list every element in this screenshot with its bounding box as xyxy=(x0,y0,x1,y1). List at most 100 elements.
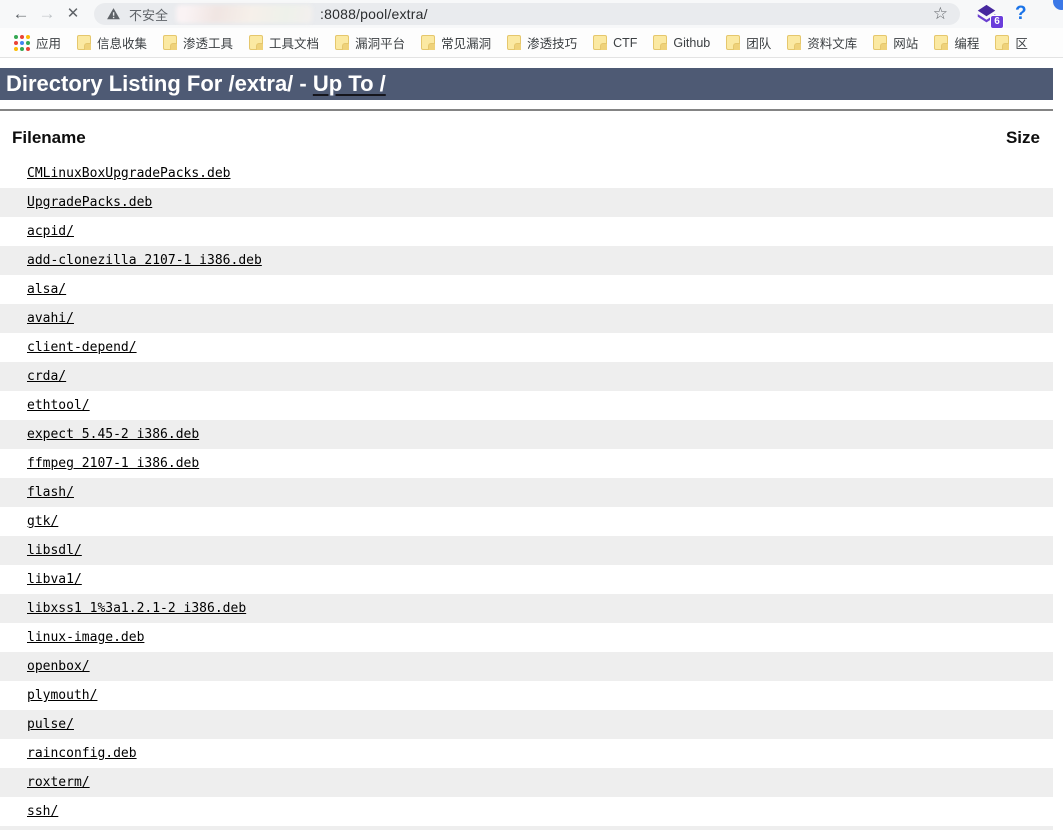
table-row-partial xyxy=(0,826,1053,830)
apps-grid-icon xyxy=(14,35,30,51)
bookmark-label: 信息收集 xyxy=(97,33,147,52)
bookmark-star-icon[interactable]: ☆ xyxy=(933,3,948,25)
file-link[interactable]: pulse/ xyxy=(27,717,74,732)
col-size: Size xyxy=(1006,128,1040,148)
file-link[interactable]: flash/ xyxy=(27,485,74,500)
file-link[interactable]: plymouth/ xyxy=(27,688,97,703)
bookmark-folder[interactable]: 区 xyxy=(995,33,1028,52)
folder-icon xyxy=(787,35,801,50)
file-link[interactable]: rainconfig.deb xyxy=(27,746,137,761)
stop-button[interactable]: ✕ xyxy=(60,0,86,28)
page-title: Directory Listing For /extra/ - Up To / xyxy=(0,68,1053,100)
table-row: rainconfig.deb xyxy=(0,739,1053,768)
bookmark-label: 网站 xyxy=(893,33,918,52)
address-bar[interactable]: 不安全 :8088/pool/extra/ ☆ xyxy=(94,3,960,25)
bookmark-label: 工具文档 xyxy=(269,33,319,52)
file-link[interactable]: avahi/ xyxy=(27,311,74,326)
bookmark-folder[interactable]: CTF xyxy=(593,35,637,50)
table-row: crda/ xyxy=(0,362,1053,391)
table-row: linux-image.deb xyxy=(0,623,1053,652)
file-link[interactable]: openbox/ xyxy=(27,659,90,674)
table-row: flash/ xyxy=(0,478,1053,507)
bookmark-label: 常见漏洞 xyxy=(441,33,491,52)
table-row: add-clonezilla 2107-1 i386.deb xyxy=(0,246,1053,275)
forward-button[interactable]: → xyxy=(34,0,60,28)
file-link[interactable]: roxterm/ xyxy=(27,775,90,790)
bookmark-folder-list: 信息收集 渗透工具 工具文档 漏洞平台 常见漏洞 xyxy=(77,33,1028,52)
bookmark-label: CTF xyxy=(613,36,637,50)
bookmark-folder[interactable]: 渗透工具 xyxy=(163,33,233,52)
file-link[interactable]: ethtool/ xyxy=(27,398,90,413)
file-link[interactable]: linux-image.deb xyxy=(27,630,144,645)
folder-icon xyxy=(421,35,435,50)
apps-bookmark[interactable]: 应用 xyxy=(14,33,61,52)
bookmark-folder[interactable]: 编程 xyxy=(934,33,979,52)
file-link[interactable]: crda/ xyxy=(27,369,66,384)
bookmark-folder[interactable]: 网站 xyxy=(873,33,918,52)
back-button[interactable]: ← xyxy=(8,0,34,28)
bookmarks-bar: 应用 信息收集 渗透工具 工具文档 漏洞平台 xyxy=(0,28,1063,58)
folder-icon xyxy=(77,35,91,50)
file-link[interactable]: gtk/ xyxy=(27,514,58,529)
table-row: alsa/ xyxy=(0,275,1053,304)
bookmark-folder[interactable]: 漏洞平台 xyxy=(335,33,405,52)
extension-badge: 6 xyxy=(990,15,1004,29)
bookmark-label: 渗透技巧 xyxy=(527,33,577,52)
col-filename: Filename xyxy=(12,128,86,148)
bookmark-folder[interactable]: 信息收集 xyxy=(77,33,147,52)
page-title-text: Directory Listing For /extra/ - xyxy=(6,71,313,96)
security-warning-icon[interactable] xyxy=(106,7,121,21)
folder-icon xyxy=(593,35,607,50)
table-header: Filename Size xyxy=(0,111,1053,148)
file-link[interactable]: CMLinuxBoxUpgradePacks.deb xyxy=(27,166,231,181)
file-link[interactable]: add-clonezilla 2107-1 i386.deb xyxy=(27,253,262,268)
bookmark-folder[interactable]: 常见漏洞 xyxy=(421,33,491,52)
table-row: gtk/ xyxy=(0,507,1053,536)
file-link[interactable]: libxss1 1%3a1.2.1-2 i386.deb xyxy=(27,601,246,616)
bookmark-folder[interactable]: 团队 xyxy=(726,33,771,52)
file-link[interactable]: ffmpeg 2107-1 i386.deb xyxy=(27,456,199,471)
file-link[interactable]: ssh/ xyxy=(27,804,58,819)
cutoff-profile-icon[interactable] xyxy=(1053,0,1063,10)
bookmark-label: 渗透工具 xyxy=(183,33,233,52)
folder-icon xyxy=(335,35,349,50)
bookmark-label: 资料文库 xyxy=(807,33,857,52)
table-row: plymouth/ xyxy=(0,681,1053,710)
up-to-link[interactable]: Up To / xyxy=(313,71,386,96)
bookmark-folder[interactable]: 工具文档 xyxy=(249,33,319,52)
help-icon[interactable]: ? xyxy=(1015,3,1027,25)
file-link[interactable]: UpgradePacks.deb xyxy=(27,195,152,210)
folder-icon xyxy=(249,35,263,50)
redacted-host xyxy=(176,5,312,23)
extension-icon[interactable]: 6 xyxy=(976,4,997,25)
folder-icon xyxy=(653,35,667,50)
file-link[interactable]: alsa/ xyxy=(27,282,66,297)
table-row: libva1/ xyxy=(0,565,1053,594)
bookmark-folder[interactable]: Github xyxy=(653,35,710,50)
table-row: ssh/ xyxy=(0,797,1053,826)
file-link[interactable]: libva1/ xyxy=(27,572,82,587)
bookmark-label: 区 xyxy=(1015,33,1028,52)
table-row: pulse/ xyxy=(0,710,1053,739)
file-link[interactable]: expect 5.45-2 i386.deb xyxy=(27,427,199,442)
table-row: ethtool/ xyxy=(0,391,1053,420)
table-row: libxss1 1%3a1.2.1-2 i386.deb xyxy=(0,594,1053,623)
folder-icon xyxy=(163,35,177,50)
file-link[interactable]: acpid/ xyxy=(27,224,74,239)
table-row: libsdl/ xyxy=(0,536,1053,565)
bookmark-folder[interactable]: 资料文库 xyxy=(787,33,857,52)
folder-icon xyxy=(873,35,887,50)
file-link[interactable]: client-depend/ xyxy=(27,340,137,355)
table-row: expect 5.45-2 i386.deb xyxy=(0,420,1053,449)
table-row: avahi/ xyxy=(0,304,1053,333)
bookmark-label: Github xyxy=(673,36,710,50)
directory-listing-page: Directory Listing For /extra/ - Up To / … xyxy=(0,68,1053,830)
table-row: ffmpeg 2107-1 i386.deb xyxy=(0,449,1053,478)
bookmark-label: 团队 xyxy=(746,33,771,52)
folder-icon xyxy=(995,35,1009,50)
table-row: CMLinuxBoxUpgradePacks.deb xyxy=(0,159,1053,188)
table-row: client-depend/ xyxy=(0,333,1053,362)
file-link[interactable]: libsdl/ xyxy=(27,543,82,558)
folder-icon xyxy=(507,35,521,50)
bookmark-folder[interactable]: 渗透技巧 xyxy=(507,33,577,52)
